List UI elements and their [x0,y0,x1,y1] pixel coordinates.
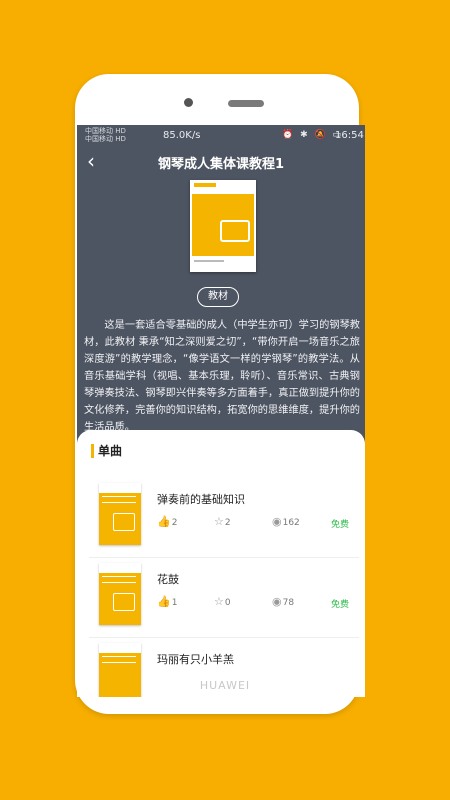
divider [89,637,359,638]
view-value: 78 [282,598,295,608]
piano-icon [113,513,135,531]
category-badge: 教材 [197,287,239,307]
item-title: 玛丽有只小羊羔 [157,653,234,666]
nav-bar: ‹ 钢琴成人集体课教程1 [77,147,365,175]
thumb-up-icon: 👍 [157,595,171,608]
star-icon: ☆ [214,515,224,528]
item-thumbnail [99,563,141,625]
free-tag: 免费 [331,600,350,610]
item-title: 花鼓 [157,573,179,586]
network-speed: 85.0K/s [163,130,201,141]
item-title: 弹奏前的基础知识 [157,493,245,506]
view-count: ◉162 [272,515,300,528]
star-value: 2 [224,518,231,528]
star-count[interactable]: ☆2 [214,515,231,528]
status-bar: 中国移动 HD 中国移动 HD 85.0K/s ⏰ ✱ 🔕 ▭ 16:54 [77,125,365,147]
like-count[interactable]: 👍2 [157,515,177,528]
cover-text [194,260,224,262]
like-count[interactable]: 👍1 [157,595,177,608]
track-list-panel: 单曲 弹奏前的基础知识 👍2 ☆2 ◉162 免费 花鼓 👍1 ☆0 ◉78 免… [77,430,365,697]
page-title: 钢琴成人集体课教程1 [157,157,285,172]
phone-brand: HUAWEI [199,679,251,692]
list-item[interactable]: 花鼓 👍1 ☆0 ◉78 免费 [77,563,365,647]
thumb-title [102,576,136,583]
thumb-band [99,483,141,493]
like-value: 1 [171,598,178,608]
thumb-band [99,563,141,573]
system-icons: ⏰ ✱ 🔕 ▭ [282,130,344,140]
thumb-band [99,643,141,653]
app-screen: 中国移动 HD 中国移动 HD 85.0K/s ⏰ ✱ 🔕 ▭ 16:54 ‹ … [77,125,365,697]
earpiece [228,100,264,107]
like-value: 2 [171,518,178,528]
course-description: 这是一套适合零基础的成人（中学生亦可）学习的钢琴教材，此教材 秉承“知之深则爱之… [84,320,360,433]
carrier-info: 中国移动 HD 中国移动 HD [85,127,126,143]
piano-icon [220,220,250,242]
star-value: 0 [224,598,231,608]
clock: 16:54 [335,130,364,141]
eye-icon: ◉ [272,595,282,608]
thumb-title [102,656,136,663]
cover-logo [194,183,216,187]
book-cover [190,180,256,272]
front-camera [184,98,193,107]
view-count: ◉78 [272,595,294,608]
eye-icon: ◉ [272,515,282,528]
star-icon: ☆ [214,595,224,608]
item-thumbnail [99,483,141,545]
section-title: 单曲 [91,444,122,458]
carrier-2: 中国移动 HD [85,135,126,143]
star-count[interactable]: ☆0 [214,595,231,608]
carrier-1: 中国移动 HD [85,127,126,135]
view-value: 162 [282,518,300,528]
free-tag: 免费 [331,520,350,530]
thumb-title [102,496,136,503]
piano-icon [113,593,135,611]
list-item[interactable]: 弹奏前的基础知识 👍2 ☆2 ◉162 免费 [77,483,365,567]
thumb-up-icon: 👍 [157,515,171,528]
divider [89,557,359,558]
